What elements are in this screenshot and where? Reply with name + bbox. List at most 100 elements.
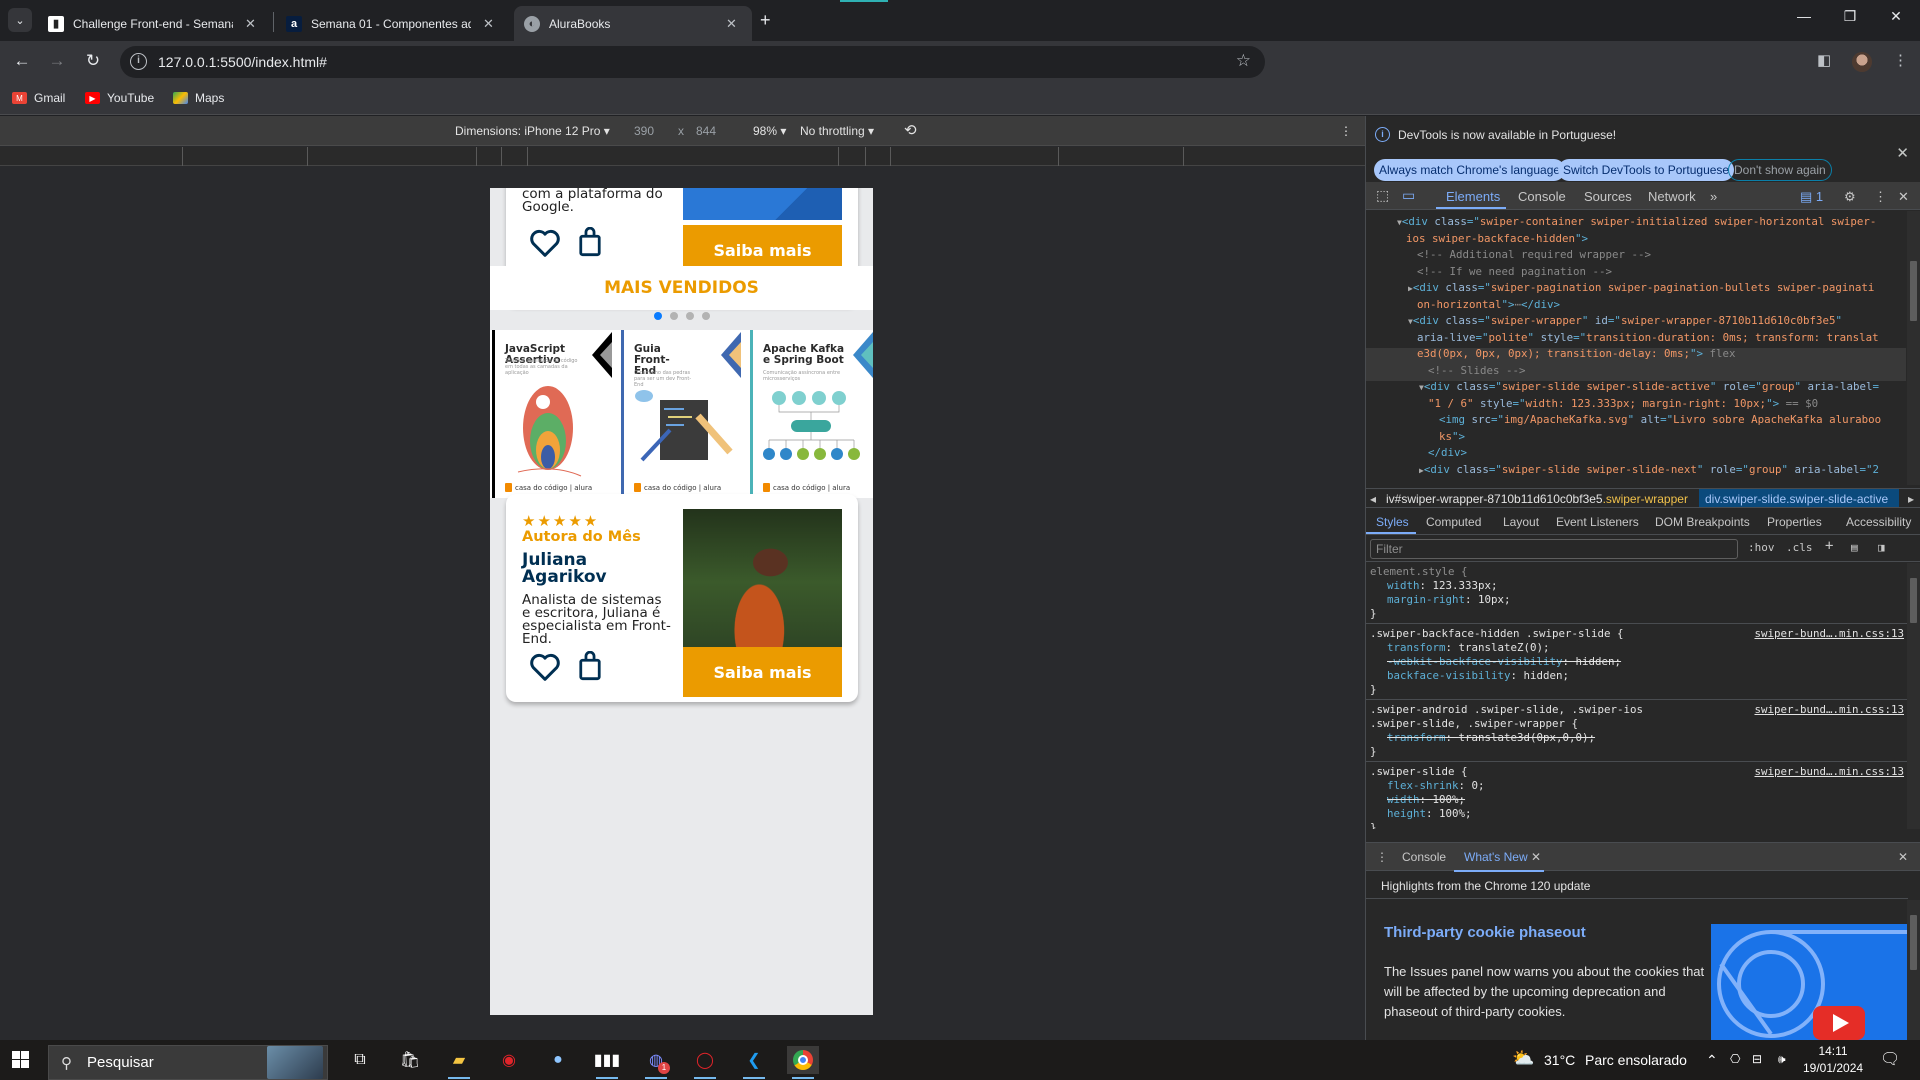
tab-properties[interactable]: Properties: [1767, 515, 1822, 529]
match-language-button[interactable]: Always match Chrome's language: [1374, 159, 1566, 181]
volume-icon[interactable]: 🕪: [1778, 1052, 1786, 1067]
dom-line[interactable]: <!-- Additional required wrapper -->: [1417, 247, 1651, 264]
paint-brush-icon[interactable]: ▤: [1851, 541, 1858, 554]
minimize-button[interactable]: —: [1781, 8, 1827, 24]
opera-icon[interactable]: ◯: [689, 1046, 721, 1079]
styles-rules[interactable]: element.style {width: 123.333px; margin-r…: [1366, 563, 1908, 829]
throttling-select[interactable]: No throttling ▾: [800, 124, 874, 138]
task-view-icon[interactable]: ⧉: [344, 1046, 376, 1074]
steam-icon[interactable]: ●: [542, 1046, 574, 1074]
drawer-tab-whats-new[interactable]: What's New: [1464, 850, 1528, 864]
profile-avatar[interactable]: [1852, 52, 1872, 72]
address-bar[interactable]: i 127.0.0.1:5500/index.html# ☆: [120, 46, 1265, 78]
browser-tab[interactable]: ▮ Challenge Front-end - Semana ✕: [38, 6, 266, 41]
pagination-bullet[interactable]: [701, 312, 710, 320]
dom-line[interactable]: ▼<div class="swiper-wrapper" id="swiper-…: [1408, 313, 1842, 331]
restore-button[interactable]: ❐: [1827, 8, 1873, 25]
dom-line[interactable]: "1 / 6" style="width: 123.333px; margin-…: [1428, 396, 1818, 413]
close-drawer-icon[interactable]: ✕: [1898, 850, 1908, 864]
shopping-bag-icon[interactable]: [578, 651, 602, 681]
pagination-bullet-active[interactable]: [653, 312, 662, 320]
inspect-element-icon[interactable]: ⬚: [1376, 187, 1389, 204]
weather-description[interactable]: Parc ensolarado: [1585, 1052, 1687, 1068]
network-icon[interactable]: ⊟: [1752, 1052, 1762, 1066]
dont-show-again-button[interactable]: Don't show again: [1728, 159, 1832, 181]
tab-dom-breakpoints[interactable]: DOM Breakpoints: [1655, 515, 1750, 529]
heart-icon[interactable]: [528, 228, 562, 258]
shopping-bag-icon[interactable]: [578, 227, 602, 257]
css-rule[interactable]: .swiper-slide {swiper-bund….min.css:13 fl…: [1366, 763, 1908, 829]
bookmark-youtube[interactable]: ▶ YouTube: [85, 91, 154, 105]
book-slide[interactable]: Guia Front-End O caminho das pedras para…: [621, 330, 741, 498]
device-height-input[interactable]: 844: [696, 124, 716, 138]
new-rule-icon[interactable]: +: [1825, 538, 1833, 554]
css-property[interactable]: -webkit-backface-visibility: hidden;: [1370, 655, 1904, 669]
zoom-select[interactable]: 98% ▾: [753, 124, 786, 138]
weather-temp[interactable]: 31°C: [1544, 1052, 1575, 1068]
close-tab-icon[interactable]: ✕: [245, 16, 256, 32]
close-tab-icon[interactable]: ✕: [726, 16, 737, 32]
tab-console[interactable]: Console: [1518, 189, 1566, 204]
site-info-icon[interactable]: i: [130, 53, 147, 70]
close-whats-new-icon[interactable]: ✕: [1531, 850, 1541, 864]
dom-line[interactable]: ▶<div class="swiper-slide swiper-slide-n…: [1419, 462, 1879, 480]
tab-event-listeners[interactable]: Event Listeners: [1556, 515, 1639, 529]
breadcrumb-active-slide[interactable]: div.swiper-slide.swiper-slide-active: [1699, 489, 1899, 507]
settings-gear-icon[interactable]: ⚙: [1844, 189, 1856, 205]
file-explorer-icon[interactable]: ▰: [443, 1046, 475, 1079]
css-rule[interactable]: element.style {width: 123.333px; margin-r…: [1366, 563, 1908, 624]
tab-computed[interactable]: Computed: [1426, 515, 1481, 529]
notifications-icon[interactable]: 🗨: [1880, 1049, 1900, 1069]
dom-line[interactable]: aria-live="polite" style="transition-dur…: [1417, 330, 1879, 347]
hover-state-toggle[interactable]: :hov: [1748, 541, 1775, 554]
dom-line[interactable]: <!-- If we need pagination -->: [1417, 264, 1612, 281]
vscode-icon[interactable]: ❮: [738, 1046, 770, 1079]
rotate-icon[interactable]: ⟲: [904, 121, 917, 139]
elements-scrollbar[interactable]: [1907, 211, 1920, 485]
toggle-sidebar-icon[interactable]: ◨: [1878, 541, 1885, 554]
dom-line[interactable]: on-horizontal">⋯</div>: [1417, 297, 1560, 314]
camera-icon[interactable]: ⎔: [1730, 1052, 1740, 1066]
drawer-menu-icon[interactable]: ⋮: [1376, 850, 1388, 864]
close-window-button[interactable]: ✕: [1873, 8, 1919, 25]
dom-line[interactable]: ▼<div class="swiper-slide swiper-slide-a…: [1419, 379, 1879, 397]
heart-icon[interactable]: [528, 652, 562, 682]
bookmark-star-icon[interactable]: ☆: [1236, 51, 1251, 71]
tab-accessibility[interactable]: Accessibility: [1846, 515, 1911, 529]
css-property[interactable]: margin-right: 10px;: [1370, 593, 1904, 607]
device-width-input[interactable]: 390: [634, 124, 654, 138]
tab-network[interactable]: Network: [1648, 189, 1696, 204]
url-text[interactable]: 127.0.0.1:5500/index.html#: [158, 54, 327, 70]
css-property[interactable]: flex-shrink: 0;: [1370, 779, 1904, 793]
breadcrumb-scroll-left-icon[interactable]: ◂: [1370, 492, 1376, 506]
book-slide[interactable]: Apache Kafka e Spring Boot Comunicação a…: [750, 330, 873, 498]
browser-tab-active[interactable]: ◐ AluraBooks ✕: [514, 6, 752, 41]
dom-line[interactable]: ▶<div class="swiper-pagination swiper-pa…: [1408, 280, 1874, 298]
tab-layout[interactable]: Layout: [1503, 515, 1539, 529]
bookmark-gmail[interactable]: M Gmail: [12, 91, 65, 105]
switch-language-button[interactable]: Switch DevTools to Portuguese: [1558, 159, 1735, 181]
css-property[interactable]: height: 100%;: [1370, 807, 1904, 821]
css-property[interactable]: width: 100%;: [1370, 793, 1904, 807]
back-button[interactable]: ←: [11, 51, 33, 71]
devtools-menu-icon[interactable]: ⋮: [1874, 189, 1887, 205]
pagination-bullet[interactable]: [685, 312, 694, 320]
discord-icon[interactable]: ◍ 1: [640, 1046, 672, 1079]
saiba-mais-button[interactable]: Saiba mais: [683, 647, 842, 697]
breadcrumb-scroll-right-icon[interactable]: ▸: [1908, 492, 1914, 506]
chrome-icon[interactable]: [787, 1046, 819, 1079]
tab-styles[interactable]: Styles: [1376, 515, 1409, 529]
tab-elements[interactable]: Elements: [1446, 189, 1500, 204]
reload-button[interactable]: ↻: [82, 51, 104, 71]
taskbar-search[interactable]: ⚲ Pesquisar: [48, 1045, 328, 1080]
microsoft-store-icon[interactable]: 🛍: [394, 1046, 426, 1074]
elements-dom-tree[interactable]: ▼<div class="swiper-container swiper-ini…: [1366, 211, 1906, 485]
drawer-tab-console[interactable]: Console: [1402, 850, 1446, 864]
css-property[interactable]: transform: translateZ(0);: [1370, 641, 1904, 655]
breadcrumb-wrapper[interactable]: iv#swiper-wrapper-8710b11d610c0bf3e5.swi…: [1386, 492, 1688, 506]
device-toggle-icon[interactable]: ▭: [1402, 187, 1415, 204]
taskbar-clock[interactable]: 14:11 19/01/2024: [1803, 1043, 1863, 1077]
drawer-scrollbar[interactable]: [1907, 900, 1920, 1040]
tab-search-button[interactable]: ⌄: [8, 8, 32, 32]
dom-line[interactable]: </div>: [1428, 445, 1467, 462]
